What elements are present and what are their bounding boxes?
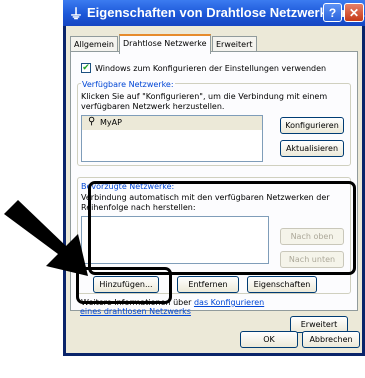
pointer-arrow [4, 200, 88, 276]
close-button[interactable]: ✕ [344, 3, 364, 22]
help-button[interactable]: ? [323, 3, 342, 22]
network-name: MyAP [100, 118, 122, 127]
use-windows-checkbox[interactable]: ✔ [81, 63, 91, 73]
properties-button[interactable]: Eigenschaften [247, 276, 317, 293]
refresh-button[interactable]: Aktualisieren [280, 140, 344, 157]
available-desc-line1: Klicken Sie auf "Konfigurieren", um die … [81, 92, 328, 101]
list-item[interactable]: ⚲ MyAP [82, 116, 262, 130]
info-prefix: Weitere Informationen über [81, 298, 194, 307]
configure-help-link[interactable]: das Konfigurieren [194, 298, 264, 307]
network-icon: ⏚ [69, 6, 83, 22]
dialog-window: ⏚ Eigenschaften von Drahtlose Netzwerkve… [63, 0, 365, 356]
cancel-button[interactable]: Abbrechen [302, 331, 360, 348]
configure-help-link-2[interactable]: eines drahtlosen Netzwerks [80, 307, 191, 316]
info-line1: Weitere Informationen über das Konfiguri… [81, 298, 264, 307]
available-networks-label: Verfügbare Netzwerke: [81, 80, 175, 89]
ok-button[interactable]: OK [240, 331, 298, 348]
tab-advanced[interactable]: Erweitert [212, 36, 257, 52]
use-windows-label: Windows zum Konfigurieren der Einstellun… [95, 64, 327, 73]
available-desc-line2: verfügbaren Netzwerk herzustellen. [81, 102, 225, 111]
configure-button[interactable]: Konfigurieren [280, 117, 344, 134]
available-networks-list[interactable]: ⚲ MyAP [81, 115, 263, 162]
tab-wireless[interactable]: Drahtlose Netzwerke [119, 34, 211, 54]
antenna-icon: ⚲ [88, 116, 96, 127]
preferred-networks-highlight [88, 181, 356, 275]
tab-general[interactable]: Allgemein [70, 36, 118, 52]
remove-button[interactable]: Entfernen [177, 276, 239, 293]
title-bar[interactable]: ⏚ Eigenschaften von Drahtlose Netzwerkve… [63, 0, 365, 26]
